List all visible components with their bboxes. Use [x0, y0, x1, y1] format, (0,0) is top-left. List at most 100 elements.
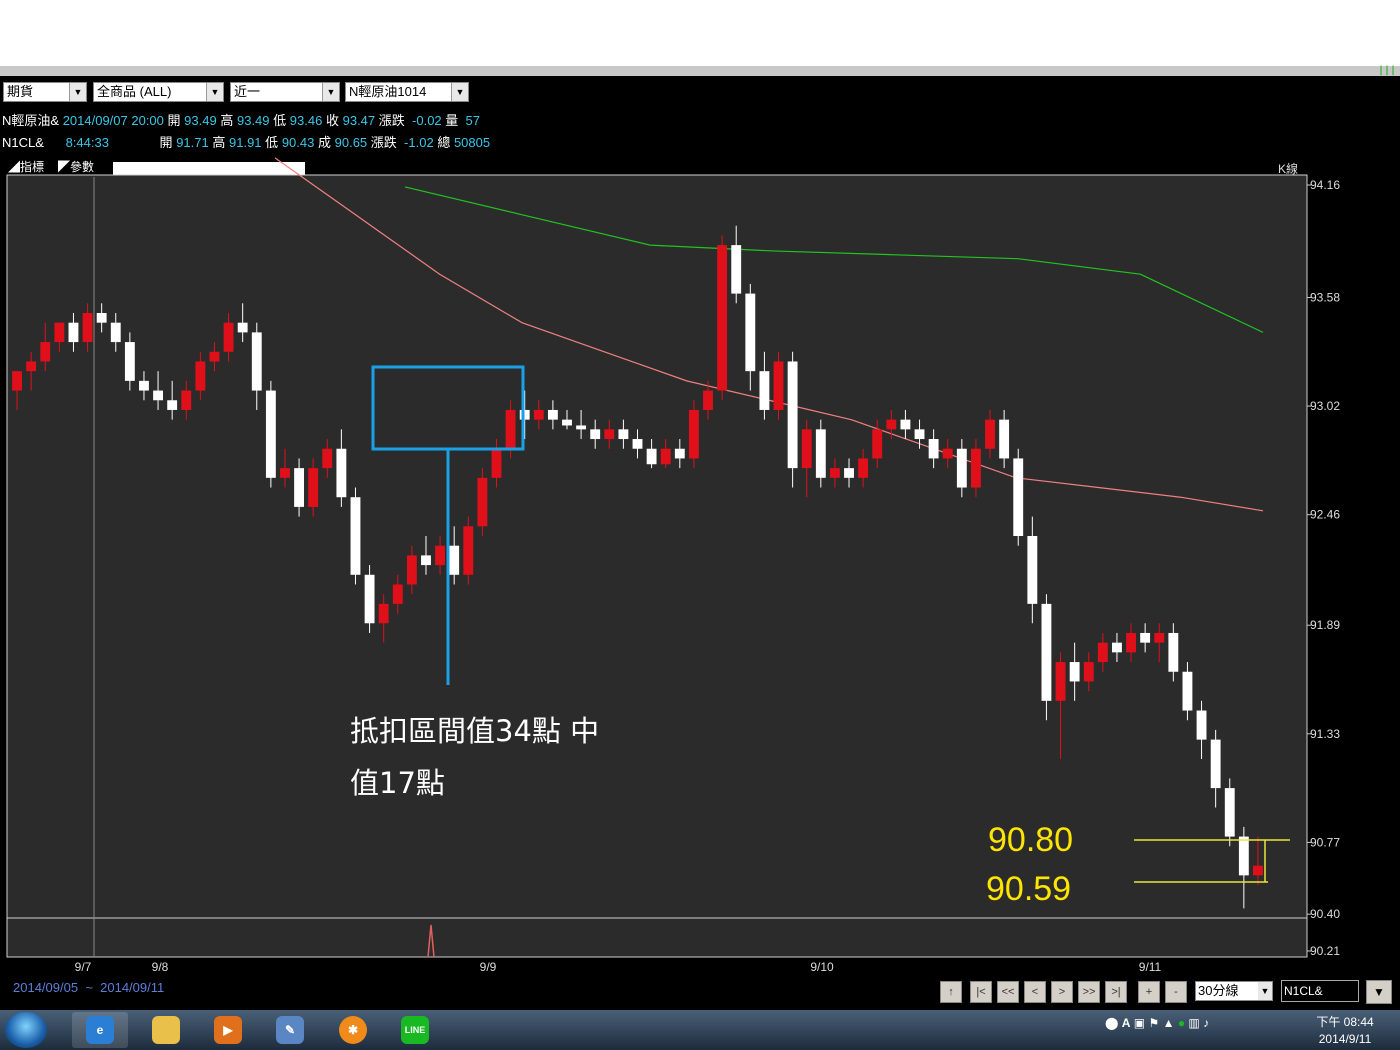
nav-button[interactable]: << [997, 981, 1019, 1003]
candle-body [336, 448, 347, 498]
chart-plot-area [6, 174, 1308, 958]
candle-body [942, 448, 953, 459]
candle-body [787, 361, 798, 469]
clock[interactable]: 下午 08:44 2014/9/11 [1310, 1014, 1380, 1048]
symbol-dropdown-button[interactable]: ▼ [1366, 980, 1392, 1004]
chevron-down-icon: ▼ [1373, 985, 1385, 999]
nav-button[interactable]: < [1024, 981, 1046, 1003]
taskbar-tool[interactable]: ✎ [262, 1012, 318, 1048]
candle-body [1041, 603, 1052, 701]
flag-icon[interactable]: ⚑ [1148, 1016, 1159, 1030]
taskbar-stars[interactable]: ✱ [325, 1012, 381, 1048]
x-tick-label: 9/8 [152, 960, 169, 974]
keyboard-icon[interactable]: ▣ [1134, 1016, 1145, 1030]
candle-body [759, 371, 770, 410]
tray-app-icon[interactable]: ⬤ [1105, 1016, 1118, 1030]
candle-body [688, 409, 699, 459]
ime-icon[interactable]: A [1122, 1016, 1131, 1030]
candle-body [519, 409, 530, 420]
date-separator: ~ [85, 980, 93, 995]
candle-body [872, 429, 883, 459]
candle-body [435, 545, 446, 566]
candle-body [251, 332, 262, 391]
candle-body [858, 458, 869, 478]
level-label-low: 90.59 [986, 870, 1071, 908]
candle-body [1013, 458, 1024, 537]
taskbar-media[interactable]: ▶ [200, 1012, 256, 1048]
candle-body [547, 409, 558, 420]
candle-body [110, 322, 121, 343]
candle-body [829, 468, 840, 478]
nav-button[interactable]: ↑ [940, 981, 962, 1003]
candle-body [604, 429, 615, 440]
candle-body [745, 293, 756, 372]
candle-body [1238, 836, 1249, 876]
taskbar-ie[interactable]: e [72, 1012, 128, 1048]
candle-body [660, 448, 671, 465]
chevron-down-icon[interactable]: ▼ [1258, 982, 1272, 1000]
taskbar-line[interactable]: LINE [387, 1012, 443, 1048]
ie-icon: e [86, 1016, 114, 1044]
candle-body [970, 448, 981, 488]
x-tick-label: 9/7 [75, 960, 92, 974]
taskbar-explorer[interactable] [138, 1012, 194, 1048]
candle-body [1196, 710, 1207, 740]
candle-body [40, 342, 51, 362]
date-from: 2014/09/05 [13, 980, 79, 995]
candlestick-chart[interactable]: 94.16 93.58 93.02 92.46 91.89 91.33 90.77 90.40… [0, 0, 1400, 1010]
period-select[interactable]: 30分線 ▼ [1195, 981, 1273, 1001]
volume-icon[interactable]: ♪ [1203, 1016, 1209, 1030]
candle-body [1253, 865, 1263, 876]
candle-body [406, 555, 417, 585]
candle-body [350, 497, 361, 575]
candle-body [1224, 788, 1235, 837]
candle-body [985, 419, 995, 449]
candle-body [209, 351, 220, 362]
nav-button[interactable]: >| [1105, 981, 1127, 1003]
x-tick-label: 9/11 [1139, 960, 1162, 974]
candle-body [1112, 642, 1122, 653]
y-tick-label: 91.33 [1310, 727, 1340, 741]
candle-body [533, 409, 544, 420]
candle-body [1140, 632, 1151, 643]
annotation-line-1: 抵扣區間值34點 中 [350, 714, 599, 748]
y-tick-label: 93.58 [1310, 290, 1340, 304]
candle-body [449, 545, 460, 575]
candle-body [1154, 632, 1165, 643]
network-icon[interactable]: ▥ [1188, 1016, 1199, 1030]
nav-button[interactable]: >> [1078, 981, 1100, 1003]
candle-body [674, 448, 685, 459]
candle-body [1069, 662, 1080, 682]
candle-body [717, 245, 728, 391]
y-tick-label: 90.21 [1310, 944, 1340, 958]
candle-body [505, 409, 516, 449]
candle-body [646, 448, 657, 465]
candle-body [294, 468, 305, 507]
period-value: 30分線 [1198, 983, 1239, 998]
candle-body [237, 322, 248, 333]
nav-button[interactable]: + [1138, 981, 1160, 1003]
candle-body [914, 429, 925, 440]
line-tray-icon[interactable]: ● [1178, 1016, 1185, 1030]
candle-body [886, 419, 897, 430]
start-button[interactable] [5, 1012, 47, 1048]
candle-body [562, 419, 572, 426]
candle-body [1055, 662, 1066, 701]
clock-time: 下午 08:44 [1316, 1015, 1374, 1029]
candle-body [1027, 536, 1038, 604]
nav-button[interactable]: - [1165, 981, 1187, 1003]
candle-body [576, 425, 587, 430]
tray-expand-icon[interactable]: ▲ [1163, 1016, 1175, 1030]
candle-body [703, 390, 713, 410]
candle-body [12, 371, 22, 391]
candle-body [1126, 632, 1136, 653]
candle-body [153, 390, 163, 401]
nav-button[interactable]: |< [970, 981, 992, 1003]
candle-body [1168, 632, 1179, 672]
candle-body [322, 448, 333, 469]
candle-body [392, 584, 403, 604]
candle-body [124, 342, 135, 381]
candle-body [54, 322, 65, 343]
symbol-input[interactable]: N1CL& [1281, 980, 1359, 1002]
nav-button[interactable]: > [1051, 981, 1073, 1003]
